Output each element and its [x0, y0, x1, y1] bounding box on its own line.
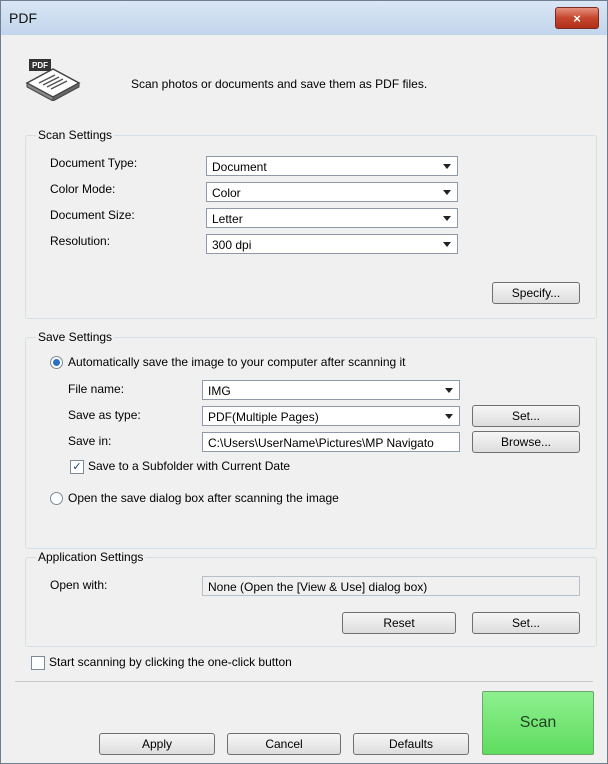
defaults-button[interactable]: Defaults — [353, 733, 469, 755]
one-click-checkbox[interactable] — [31, 656, 45, 670]
color-mode-label: Color Mode: — [50, 182, 116, 196]
close-icon: × — [573, 10, 581, 26]
dialog-body: PDF Scan photos or documents and save th… — [1, 35, 607, 763]
chevron-down-icon — [443, 164, 451, 169]
save-as-type-label: Save as type: — [68, 408, 141, 422]
document-size-value: Letter — [212, 212, 243, 226]
dialog-description: Scan photos or documents and save them a… — [131, 77, 428, 91]
save-settings-group: Save Settings Automatically save the ima… — [25, 330, 597, 549]
save-settings-legend: Save Settings — [36, 330, 115, 344]
close-button[interactable]: × — [555, 7, 599, 29]
window-title: PDF — [9, 10, 37, 26]
one-click-label[interactable]: Start scanning by clicking the one-click… — [49, 655, 292, 669]
save-as-type-value: PDF(Multiple Pages) — [208, 410, 319, 424]
open-dialog-radio[interactable] — [50, 492, 63, 505]
save-in-field[interactable]: C:\Users\UserName\Pictures\MP Navigato — [202, 432, 460, 452]
application-settings-group: Application Settings Open with: None (Op… — [25, 550, 597, 647]
open-with-label: Open with: — [50, 578, 108, 592]
document-size-label: Document Size: — [50, 208, 135, 222]
app-set-button[interactable]: Set... — [472, 612, 580, 634]
cancel-button[interactable]: Cancel — [227, 733, 341, 755]
chevron-down-icon — [443, 190, 451, 195]
document-type-value: Document — [212, 160, 267, 174]
file-name-value: IMG — [208, 384, 231, 398]
color-mode-value: Color — [212, 186, 241, 200]
specify-button[interactable]: Specify... — [492, 282, 580, 304]
resolution-label: Resolution: — [50, 234, 111, 248]
footer-divider — [15, 681, 593, 682]
subfolder-checkbox[interactable]: ✓ — [70, 460, 84, 474]
pdf-scanner-icon: PDF — [25, 59, 81, 101]
svg-text:PDF: PDF — [32, 61, 48, 70]
reset-button[interactable]: Reset — [342, 612, 456, 634]
document-size-select[interactable]: Letter — [206, 208, 458, 228]
auto-save-radio[interactable] — [50, 356, 63, 369]
apply-button[interactable]: Apply — [99, 733, 215, 755]
open-dialog-label[interactable]: Open the save dialog box after scanning … — [68, 491, 339, 505]
subfolder-label[interactable]: Save to a Subfolder with Current Date — [88, 459, 290, 473]
resolution-select[interactable]: 300 dpi — [206, 234, 458, 254]
save-type-set-button[interactable]: Set... — [472, 405, 580, 427]
save-in-value: C:\Users\UserName\Pictures\MP Navigato — [208, 436, 434, 450]
file-name-combo[interactable]: IMG — [202, 380, 460, 400]
open-with-value: None (Open the [View & Use] dialog box) — [208, 580, 428, 594]
save-as-type-select[interactable]: PDF(Multiple Pages) — [202, 406, 460, 426]
title-bar: PDF × — [1, 1, 607, 35]
chevron-down-icon — [445, 388, 453, 393]
browse-button[interactable]: Browse... — [472, 431, 580, 453]
document-type-label: Document Type: — [50, 156, 138, 170]
application-settings-legend: Application Settings — [36, 550, 146, 564]
color-mode-select[interactable]: Color — [206, 182, 458, 202]
chevron-down-icon — [443, 242, 451, 247]
auto-save-label[interactable]: Automatically save the image to your com… — [68, 355, 406, 369]
file-name-label: File name: — [68, 382, 125, 396]
save-in-label: Save in: — [68, 434, 112, 448]
scan-settings-group: Scan Settings Document Type: Document Co… — [25, 128, 597, 319]
open-with-field: None (Open the [View & Use] dialog box) — [202, 576, 580, 596]
chevron-down-icon — [443, 216, 451, 221]
pdf-dialog: PDF × PDF Scan photos or documents and s… — [0, 0, 608, 764]
chevron-down-icon — [445, 414, 453, 419]
document-type-select[interactable]: Document — [206, 156, 458, 176]
scan-settings-legend: Scan Settings — [36, 128, 115, 142]
scan-button[interactable]: Scan — [482, 691, 594, 755]
resolution-value: 300 dpi — [212, 238, 252, 252]
